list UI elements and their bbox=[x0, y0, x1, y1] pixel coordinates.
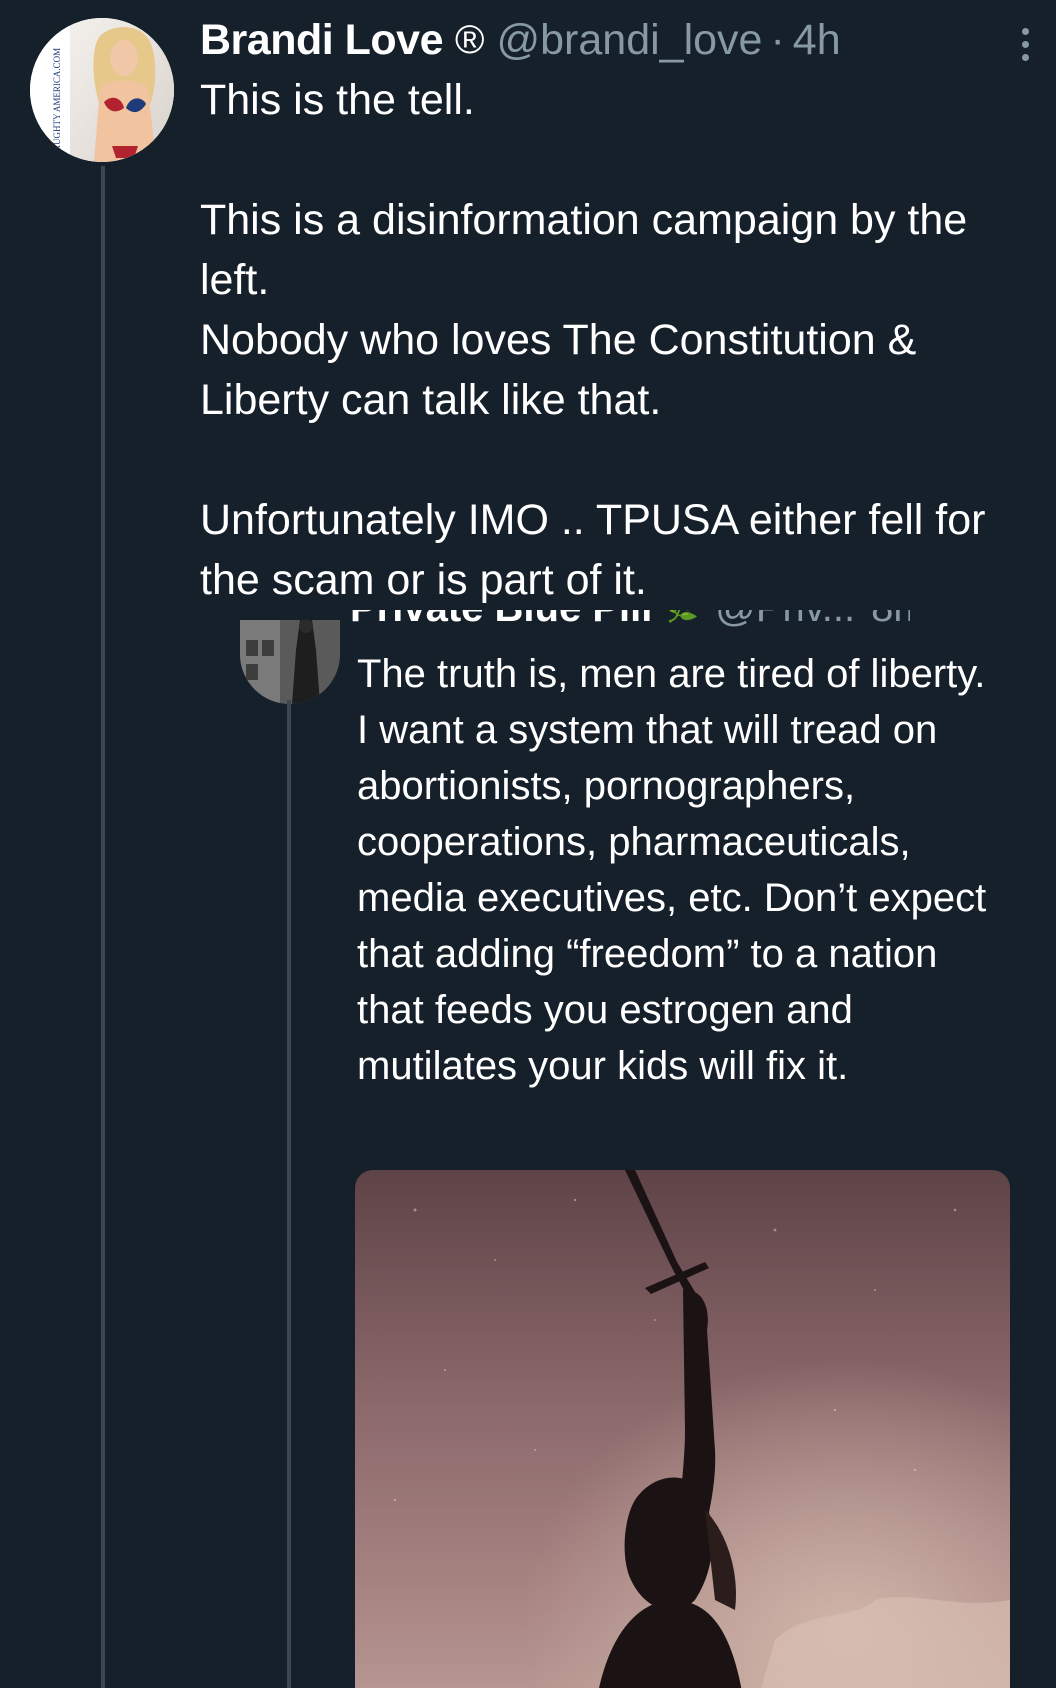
tweet-line: Nobody who loves The Constitution & Libe… bbox=[200, 316, 929, 424]
quoted-media-image[interactable] bbox=[355, 1170, 1010, 1688]
display-name[interactable]: Brandi Love bbox=[200, 12, 444, 68]
quoted-thread-line bbox=[287, 700, 291, 1688]
user-handle[interactable]: @brandi_love bbox=[496, 12, 762, 68]
quoted-time[interactable]: 8m bbox=[871, 610, 910, 630]
more-dot bbox=[1021, 27, 1029, 35]
more-vertical-icon[interactable] bbox=[1010, 20, 1040, 68]
quoted-text: The truth is, men are tired of liberty. … bbox=[357, 652, 998, 1088]
tweet-screen: NAUGHTY AMERICA.COM Brandi Love ® @brand… bbox=[0, 0, 1056, 1688]
more-dot bbox=[1021, 53, 1029, 61]
quoted-tweet[interactable]: Private Blue Pill 🌿 @Priv... 8m The trut… bbox=[230, 610, 1056, 1688]
quoted-avatar[interactable] bbox=[240, 620, 340, 704]
avatar-brand-text: NAUGHTY AMERICA.COM bbox=[52, 48, 62, 158]
tweet-time[interactable]: 4h bbox=[793, 12, 841, 68]
quoted-header: Private Blue Pill 🌿 @Priv... 8m bbox=[350, 610, 910, 630]
leaf-icon: 🌿 bbox=[664, 610, 699, 630]
tweet-header: Brandi Love ® @brandi_love · 4h bbox=[200, 12, 841, 68]
tweet-line: This is the tell. bbox=[200, 76, 475, 124]
tweet-line: This is a disinformation campaign by the… bbox=[200, 196, 980, 304]
quoted-display-name[interactable]: Private Blue Pill bbox=[350, 610, 652, 630]
thread-line bbox=[101, 166, 105, 1688]
more-dot bbox=[1021, 40, 1029, 48]
separator-dot: · bbox=[770, 16, 785, 64]
tweet-text: This is the tell. This is a disinformati… bbox=[200, 70, 1040, 610]
avatar[interactable]: NAUGHTY AMERICA.COM bbox=[30, 18, 174, 162]
tweet-line: Unfortunately IMO .. TPUSA either fell f… bbox=[200, 496, 998, 604]
registered-badge: ® bbox=[455, 18, 485, 62]
quoted-handle[interactable]: @Priv... bbox=[715, 610, 855, 630]
